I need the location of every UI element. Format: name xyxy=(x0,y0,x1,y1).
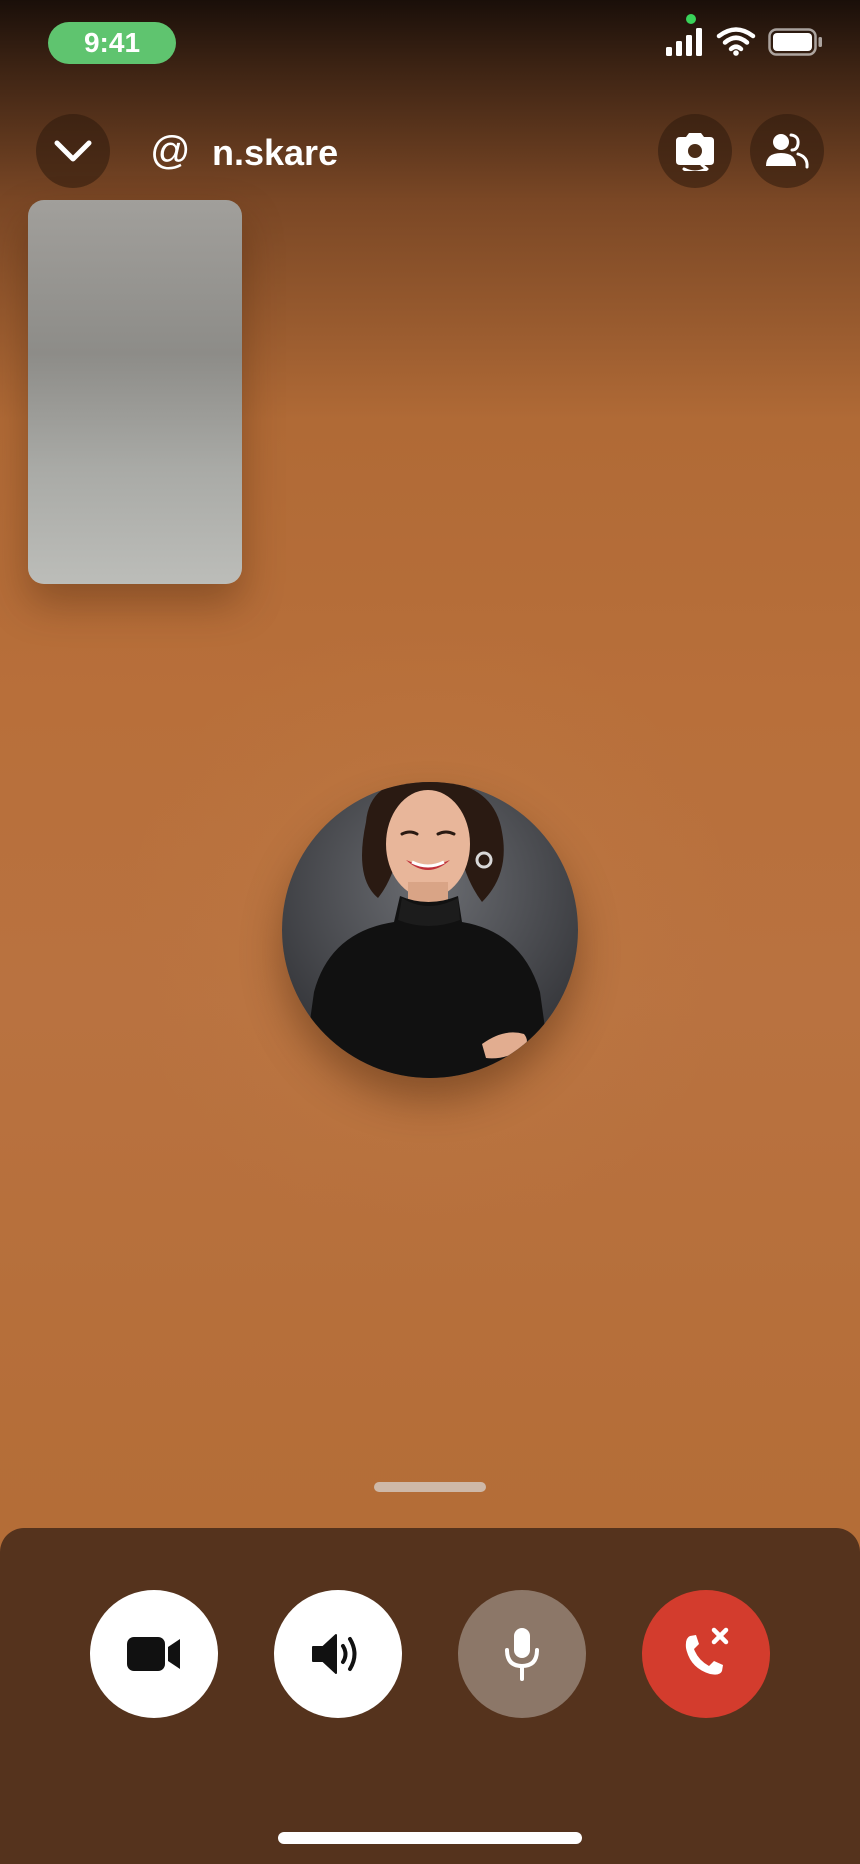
microphone-button[interactable] xyxy=(458,1590,586,1718)
camera-flip-icon xyxy=(676,133,714,171)
status-time: 9:41 xyxy=(48,22,176,64)
caller-username[interactable]: n.skare xyxy=(212,128,338,178)
speaker-button[interactable] xyxy=(274,1590,402,1718)
video-camera-icon xyxy=(127,1637,180,1671)
speaker-icon xyxy=(312,1634,357,1674)
video-button[interactable] xyxy=(90,1590,218,1718)
people-icon xyxy=(766,133,809,169)
status-bar: 9:41 xyxy=(0,0,860,90)
signal-icon xyxy=(666,28,702,56)
self-video-preview[interactable] xyxy=(28,200,242,584)
end-call-icon xyxy=(685,1627,729,1675)
end-call-button[interactable] xyxy=(642,1590,770,1718)
wifi-icon xyxy=(716,27,756,56)
participants-button[interactable] xyxy=(750,114,824,188)
chevron-down-icon xyxy=(54,140,92,162)
camera-in-use-indicator xyxy=(686,14,696,24)
battery-icon xyxy=(768,28,822,56)
collapse-button[interactable] xyxy=(36,114,110,188)
home-indicator[interactable] xyxy=(278,1832,582,1844)
flip-camera-button[interactable] xyxy=(658,114,732,188)
microphone-icon xyxy=(505,1628,539,1681)
contact-avatar xyxy=(282,782,578,1078)
username-at-symbol: @ xyxy=(150,129,191,173)
sheet-grabber[interactable] xyxy=(374,1482,486,1492)
